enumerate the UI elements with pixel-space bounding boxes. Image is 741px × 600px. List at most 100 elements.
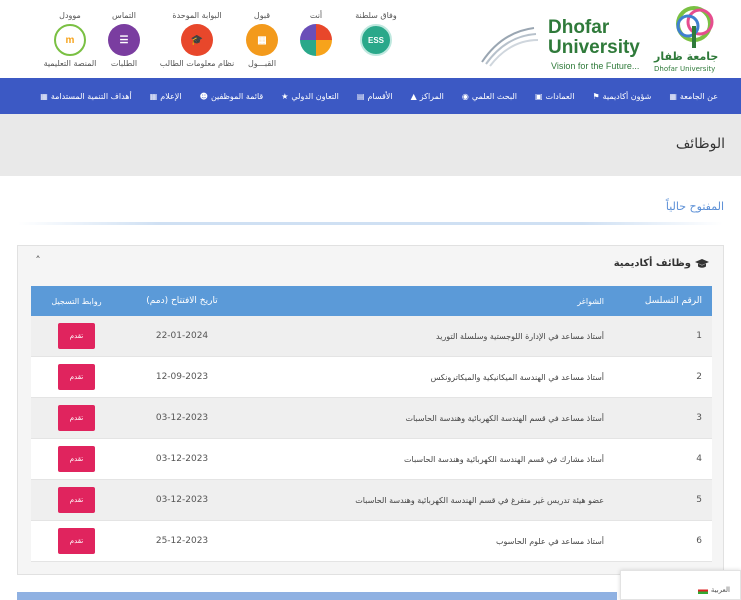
nav-item-sdgs[interactable]: ▦ أهداف التنمية المستدامة: [31, 78, 140, 114]
row-title: أستاذ مساعد في الهندسة الميكانيكية والمي…: [430, 372, 604, 382]
nav-item-deanships[interactable]: ▣ العمادات: [526, 78, 583, 114]
nav-item-label: عن الجامعة: [679, 91, 718, 101]
row-num: 5: [696, 495, 702, 505]
collapse-toggle-icon[interactable]: ˄: [30, 254, 46, 270]
table-row: 4 أستاذ مشارك في قسم الهندسة الكهربائية …: [31, 439, 712, 480]
page-title-band: الوظائف: [0, 114, 741, 176]
apply-button[interactable]: تقدم: [58, 528, 95, 554]
nav-item-media[interactable]: ▦ الإعلام: [141, 78, 191, 114]
admission-icon: ▦: [246, 24, 278, 56]
nav-item-label: المراكز: [419, 91, 444, 101]
nav-item-about[interactable]: ▦ عن الجامعة: [660, 78, 727, 114]
tree-logo-icon: [676, 6, 714, 48]
quick-link-label: الطلبات: [110, 59, 138, 68]
row-title: أستاذ مساعد في علوم الحاسوب: [496, 536, 604, 546]
apply-button[interactable]: تقدم: [58, 323, 95, 349]
jobs-table: الرقم التسلسل الشواغر تاريخ الافتتاح (دم…: [31, 286, 712, 562]
th-date: تاريخ الافتتاح (دمم): [146, 296, 218, 306]
logo-name-ar: جامعة ظفار: [654, 50, 719, 63]
row-link-cell: تقدم: [31, 323, 122, 349]
nav-item-label: العمادات: [545, 91, 575, 101]
nav-item-staff-list[interactable]: ☻ قائمة الموظفين: [191, 78, 273, 114]
quick-link-title: وفاق سلطنة: [355, 11, 397, 20]
table-row: 5 عضو هيئة تدريس غير متفرغ في قسم الهندس…: [31, 480, 712, 521]
language-switcher[interactable]: العربية: [620, 570, 741, 600]
nav-item-label: الأقسام: [367, 91, 393, 101]
quick-link-title: التماس: [112, 11, 136, 20]
row-num: 1: [696, 331, 702, 341]
language-label-wrap: العربية: [697, 586, 730, 594]
row-link-cell: تقدم: [31, 446, 122, 472]
row-title: أستاذ مساعد في قسم الهندسة الكهربائية وه…: [405, 413, 604, 423]
nav-item-label: قائمة الموظفين: [210, 91, 264, 101]
row-date: 03-12-2023: [155, 413, 209, 423]
nav-item-label: التعاون الدولي: [291, 91, 339, 101]
row-date: 22-01-2024: [155, 331, 209, 341]
logo-name-en-small: Dhofar University: [654, 65, 716, 73]
academic-jobs-panel: ˄ وظائف أكاديمية الرقم التسلسل الشواغر ت…: [17, 245, 724, 575]
quick-link-ess[interactable]: وفاق سلطنة ESS: [344, 10, 408, 72]
partner-logo-icon: [481, 27, 539, 67]
sdg-icon: ▦: [40, 91, 48, 101]
apply-button[interactable]: تقدم: [58, 364, 95, 390]
apply-button[interactable]: تقدم: [58, 405, 95, 431]
row-title: عضو هيئة تدريس غير متفرغ في قسم الهندسة …: [355, 495, 604, 505]
quick-link-portal[interactable]: البوابة الموحدة 🎓 نظام معلومات الطالب: [158, 10, 236, 72]
main-nav: ▦ عن الجامعة ⚑ شؤون أكاديمية ▣ العمادات ◉ ال…: [0, 78, 741, 114]
nav-item-international[interactable]: ★ التعاون الدولي: [272, 78, 348, 114]
section-divider: [18, 222, 723, 225]
th-num: الرقم التسلسل: [644, 296, 702, 306]
row-title: أستاذ مشارك في قسم الهندسة الكهربائية وه…: [404, 454, 604, 464]
apply-button[interactable]: تقدم: [58, 446, 95, 472]
logo-name-en: Dhofar University: [548, 17, 640, 58]
departments-icon: ▤: [356, 91, 365, 101]
table-row: 1 أستاذ مساعد في الإدارة اللوجستية وسلسل…: [31, 316, 712, 357]
table-row: 3 أستاذ مساعد في قسم الهندسة الكهربائية …: [31, 398, 712, 439]
row-link-cell: تقدم: [31, 487, 122, 513]
media-icon: ▦: [149, 91, 158, 101]
star-icon: ★: [281, 91, 289, 101]
row-title: أستاذ مساعد في الإدارة اللوجستية وسلسلة …: [436, 331, 604, 341]
page-title: الوظائف: [675, 136, 725, 152]
ess-icon: ESS: [360, 24, 392, 56]
row-num: 3: [696, 413, 702, 423]
row-date: 25-12-2023: [155, 536, 209, 546]
row-num: 2: [696, 372, 702, 382]
nav-item-label: البحث العلمي: [471, 91, 517, 101]
home-icon: ▲: [410, 91, 417, 101]
row-num: 6: [696, 536, 702, 546]
building-icon: ▣: [534, 91, 543, 101]
row-link-cell: تقدم: [31, 364, 122, 390]
grid-icon: ▦: [669, 91, 677, 101]
apply-button[interactable]: تقدم: [58, 487, 95, 513]
panel-heading[interactable]: وظائف أكاديمية: [614, 258, 709, 269]
nav-item-academic-affairs[interactable]: ⚑ شؤون أكاديمية: [583, 78, 660, 114]
nav-item-departments[interactable]: ▤ الأقسام: [348, 78, 402, 114]
quick-link-you[interactable]: أنت: [284, 10, 348, 72]
row-date: 03-12-2023: [155, 454, 209, 464]
nav-item-centers[interactable]: ▲ المراكز: [402, 78, 453, 114]
petition-icon: ☰: [108, 24, 140, 56]
row-date: 12-09-2023: [155, 372, 209, 382]
logo-tagline: Vision for the Future...: [551, 61, 640, 71]
quick-link-title: البوابة الموحدة: [172, 11, 222, 20]
th-link: روابط التسجيل: [51, 296, 102, 306]
globe-icon: ◉: [461, 91, 469, 101]
row-link-cell: تقدم: [31, 528, 122, 554]
oman-flag-icon: [697, 586, 708, 594]
graduation-cap-icon: [695, 258, 709, 268]
dhofar-university-logo[interactable]: Dhofar University Vision for the Future.…: [548, 4, 738, 74]
quick-link-title: أنت: [309, 11, 323, 20]
nav-item-research[interactable]: ◉ البحث العلمي: [453, 78, 526, 114]
flag-icon: ⚑: [592, 91, 600, 101]
portal-icon: 🎓: [181, 24, 213, 56]
quick-link-label: نظام معلومات الطالب: [159, 59, 235, 68]
table-row: 6 أستاذ مساعد في علوم الحاسوب 25-12-2023…: [31, 521, 712, 562]
table-header: الرقم التسلسل الشواغر تاريخ الافتتاح (دم…: [31, 286, 712, 316]
row-date: 03-12-2023: [155, 495, 209, 505]
table-row: 2 أستاذ مساعد في الهندسة الميكانيكية وال…: [31, 357, 712, 398]
quick-link-petition[interactable]: التماس ☰ الطلبات: [92, 10, 156, 72]
nav-item-label: الإعلام: [160, 91, 182, 101]
next-panel-strip: [17, 592, 617, 600]
row-link-cell: تقدم: [31, 405, 122, 431]
